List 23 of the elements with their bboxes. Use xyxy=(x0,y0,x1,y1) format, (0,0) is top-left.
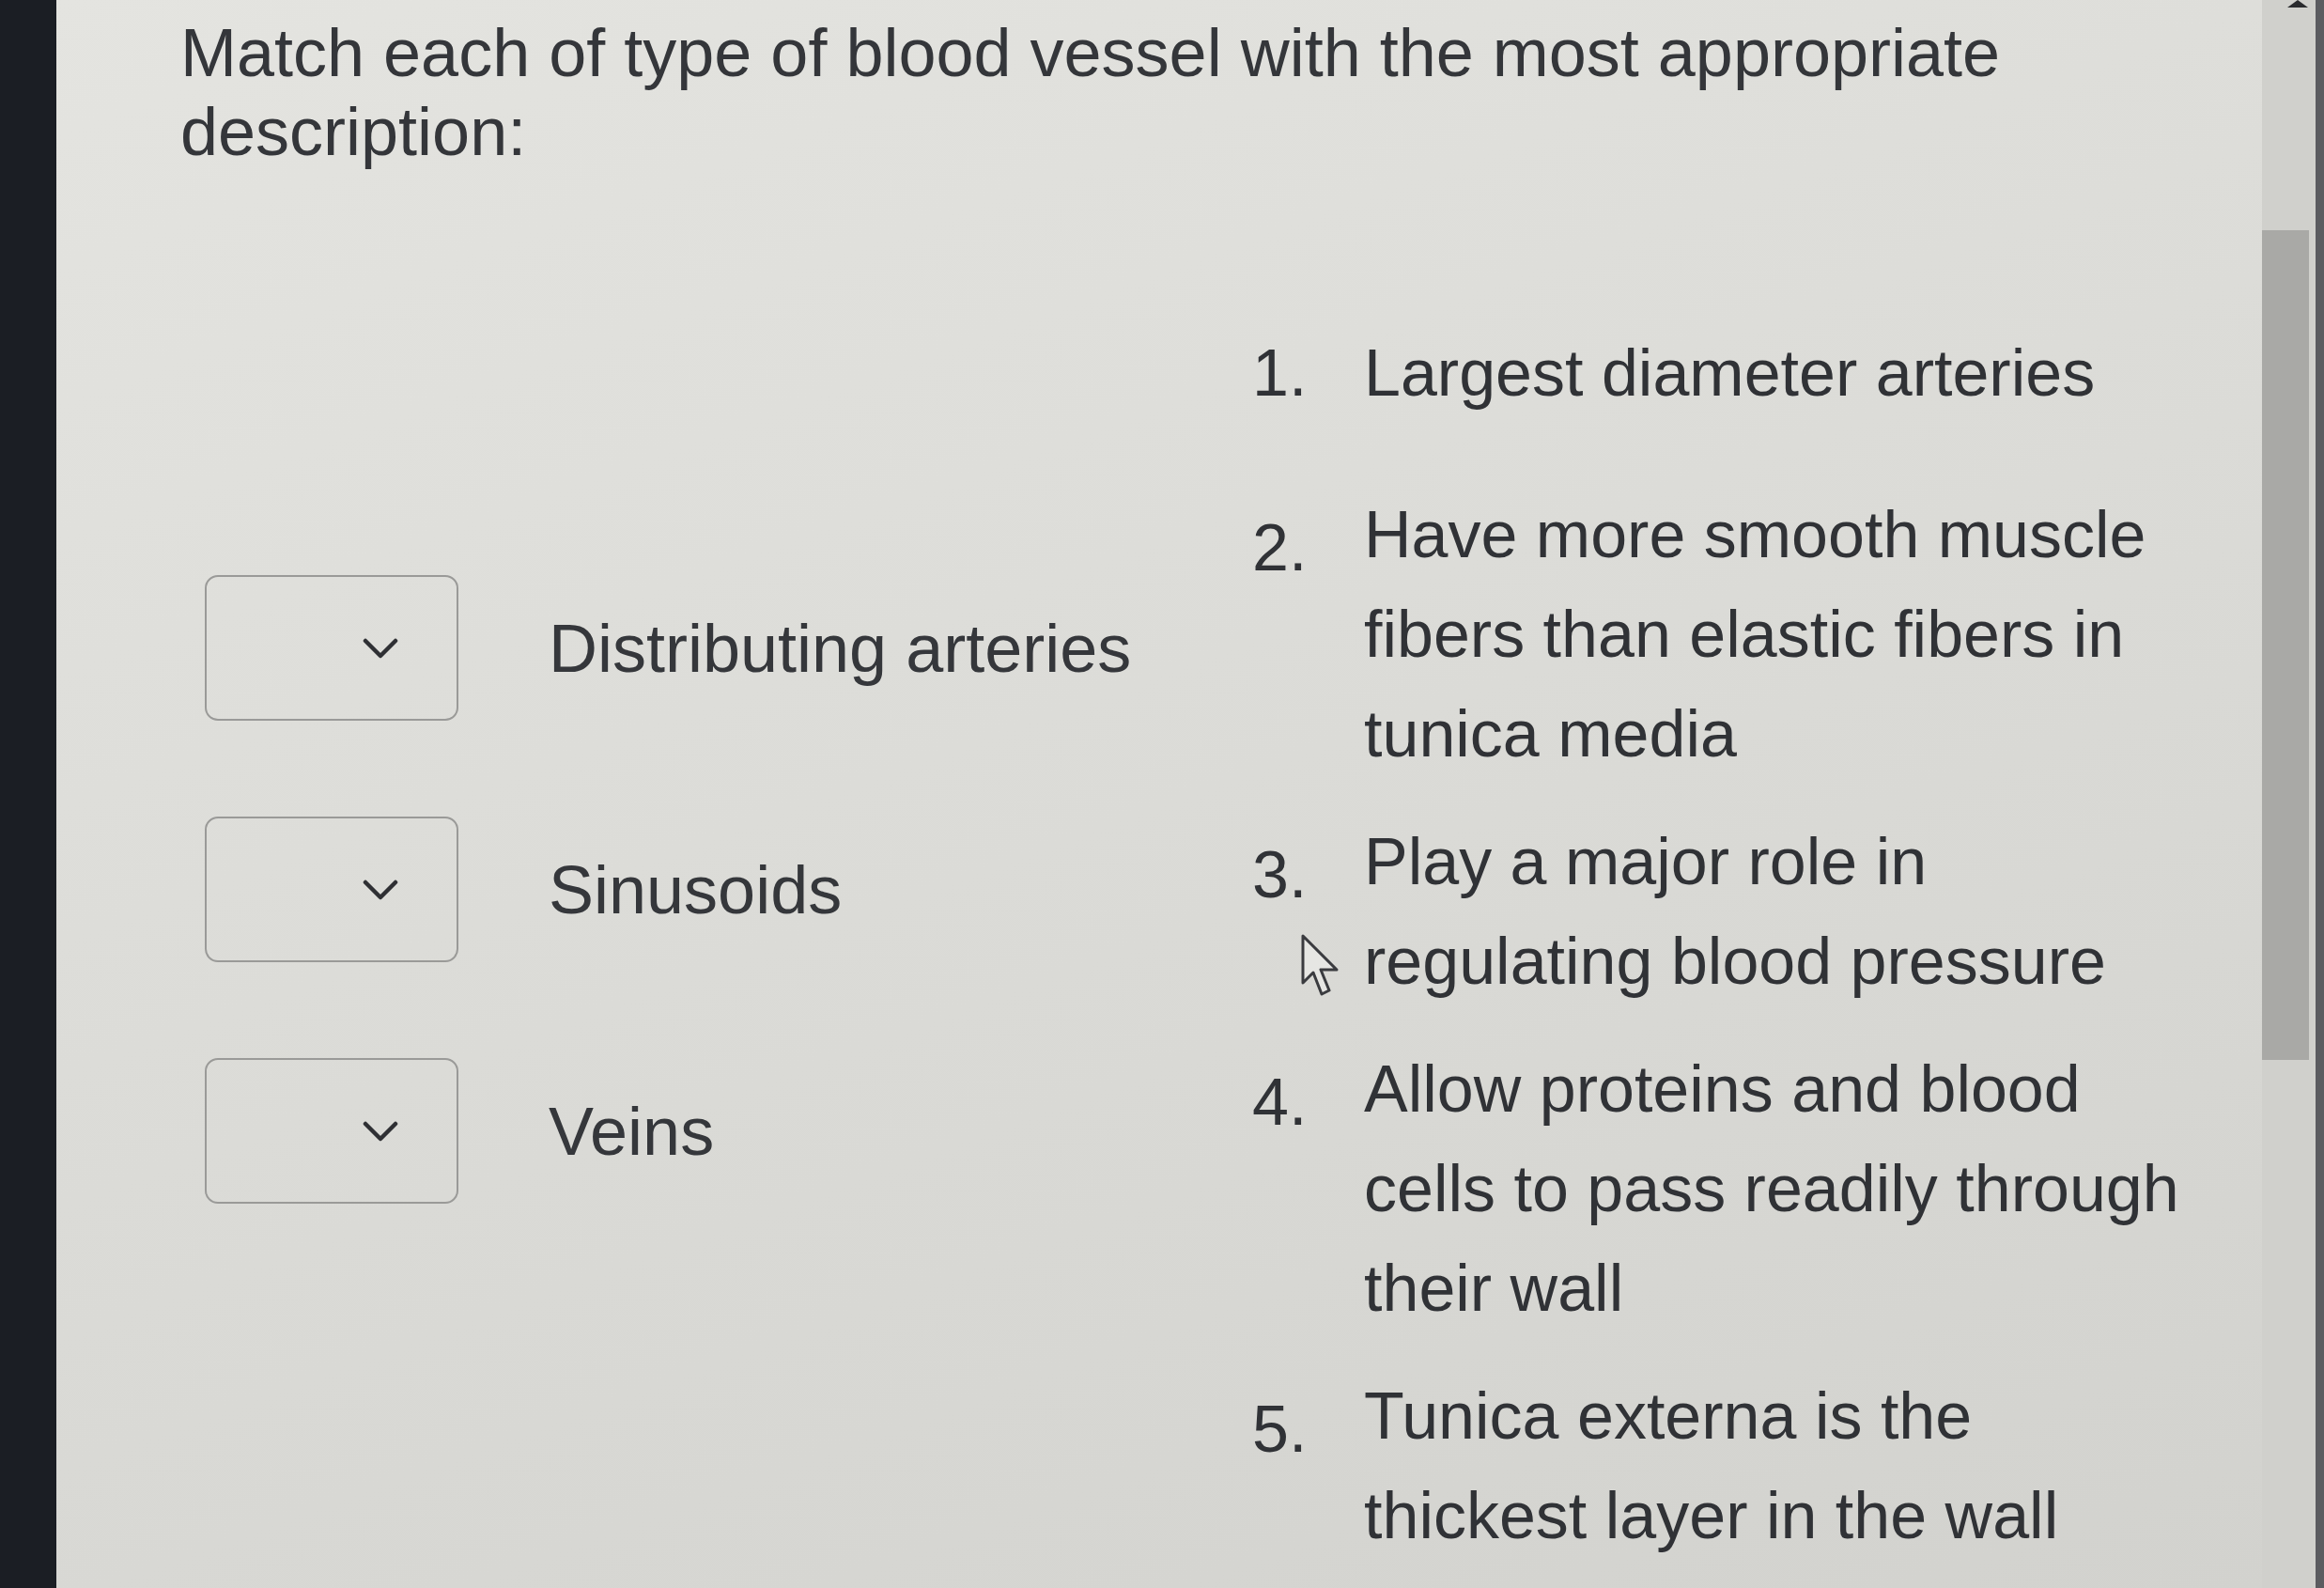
item-number: 2. xyxy=(1252,510,1309,586)
description-text: Play a major role in regulating blood pressure xyxy=(1364,824,2107,1000)
scrollbar-thumb[interactable] xyxy=(2262,230,2309,1060)
answer-dropdown[interactable] xyxy=(205,1058,458,1204)
item-number: 3. xyxy=(1252,837,1309,913)
chevron-down-icon xyxy=(363,879,398,900)
item-number: 1. xyxy=(1252,335,1309,412)
description-text: Tunica externa is the thickest layer in the wall xyxy=(1364,1378,2060,1554)
item-number: 5. xyxy=(1252,1392,1309,1468)
answer-dropdown[interactable] xyxy=(205,575,458,721)
scroll-up-arrow-icon[interactable] xyxy=(2287,0,2308,8)
item-number: 4. xyxy=(1252,1065,1309,1141)
chevron-down-icon xyxy=(363,637,398,659)
chevron-down-icon xyxy=(363,1120,398,1142)
answer-dropdown[interactable] xyxy=(205,817,458,962)
term-label: Distributing arteries xyxy=(549,609,1132,688)
description-text: Allow proteins and blood cells to pass readily through their wall xyxy=(1364,1051,2180,1327)
description-text: Largest diameter arteries xyxy=(1364,335,2097,412)
scrollbar-track[interactable] xyxy=(2262,0,2316,1588)
question-text: Match each of type of blood vessel with the most appropriate description: xyxy=(180,14,2002,171)
term-label: Veins xyxy=(549,1092,715,1171)
description-text: Have more smooth muscle fibers than elastic fibers in tunica media xyxy=(1364,497,2147,772)
term-label: Sinusoids xyxy=(549,850,843,929)
